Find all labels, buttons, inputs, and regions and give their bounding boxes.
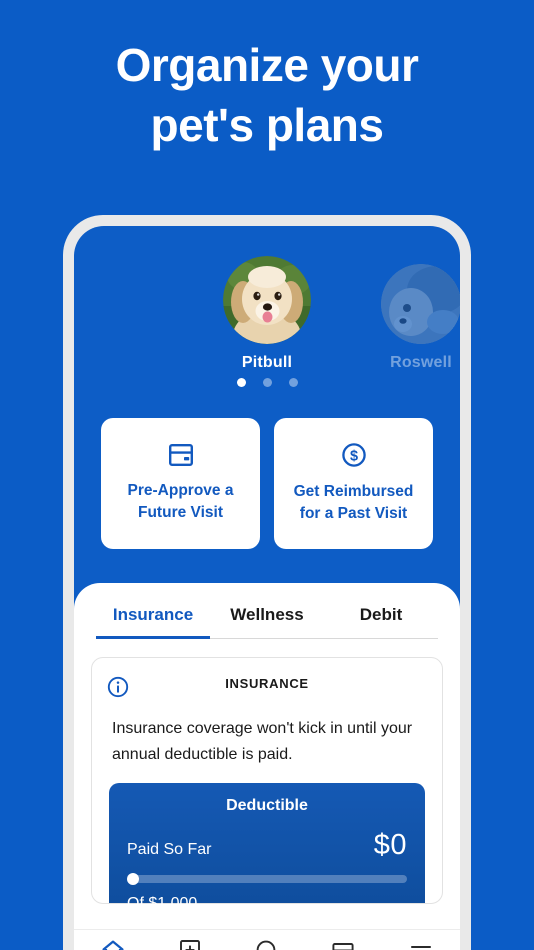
pet-item-active[interactable]: Pitbull xyxy=(207,256,327,372)
nav-home-icon[interactable] xyxy=(101,939,125,950)
action-card-label: Pre-Approve a Future Visit xyxy=(127,481,234,521)
pet-name: Roswell xyxy=(390,354,452,371)
action-cards: Pre-Approve a Future Visit $ Get Reimbur… xyxy=(101,418,433,549)
nav-menu-icon[interactable] xyxy=(409,939,433,950)
action-card-label: Get Reimbursed for a Past Visit xyxy=(293,482,414,522)
tab-insurance[interactable]: Insurance xyxy=(96,605,210,639)
plan-tabs: Insurance Wellness Debit xyxy=(74,583,460,639)
tab-debit[interactable]: Debit xyxy=(324,605,438,639)
card-calendar-icon xyxy=(168,443,194,467)
pagination-dot-2[interactable] xyxy=(262,378,272,387)
deductible-total-label: Of $1,000 xyxy=(127,895,198,913)
get-reimbursed-past-visit-button[interactable]: $ Get Reimbursed for a Past Visit xyxy=(274,418,433,549)
nav-circle-icon[interactable] xyxy=(255,939,277,950)
pet-name: Pitbull xyxy=(241,354,293,371)
nav-add-box-icon[interactable] xyxy=(179,939,201,950)
plans-sheet: Insurance Wellness Debit INSURANCE Insur… xyxy=(74,583,460,950)
deductible-paid-amount: $0 xyxy=(373,829,407,862)
deductible-title: Deductible xyxy=(226,797,308,815)
dog-photo-avatar xyxy=(223,256,311,344)
pagination-dot-1[interactable] xyxy=(236,378,246,387)
carousel-pagination[interactable] xyxy=(74,378,460,387)
promo-headline: Organize your pet's plans xyxy=(115,39,419,151)
pet-carousel[interactable]: Pitbull Roswell xyxy=(74,256,460,376)
deductible-progress-thumb xyxy=(127,873,139,886)
phone-frame: Pitbull Roswell Pre-Approve a Future Vis… xyxy=(63,215,471,950)
insurance-card-body: Insurance coverage won't kick in until y… xyxy=(112,720,413,763)
deductible-paid-label: Paid So Far xyxy=(127,841,212,859)
pet-item-inactive[interactable]: Roswell xyxy=(361,264,460,372)
bottom-navigation xyxy=(74,929,460,950)
dollar-circle-icon: $ xyxy=(341,442,367,468)
dog-photo-avatar xyxy=(381,264,460,344)
phone-screen: Pitbull Roswell Pre-Approve a Future Vis… xyxy=(74,226,460,950)
insurance-card-title: INSURANCE xyxy=(225,676,309,691)
svg-text:$: $ xyxy=(349,448,357,464)
tab-wellness[interactable]: Wellness xyxy=(210,605,324,639)
pagination-dot-3[interactable] xyxy=(288,378,298,387)
insurance-card: INSURANCE Insurance coverage won't kick … xyxy=(91,657,443,912)
deductible-paid-row: Paid So Far $0 xyxy=(127,829,407,862)
insurance-header: INSURANCE xyxy=(92,676,442,702)
deductible-panel: Deductible Paid So Far $0 Of $1,000 xyxy=(109,783,425,912)
pre-approve-future-visit-button[interactable]: Pre-Approve a Future Visit xyxy=(101,418,260,549)
promo-screenshot: Organize your pet's plans Pitbull Roswel… xyxy=(0,0,534,950)
nav-card-icon[interactable] xyxy=(331,939,355,950)
info-circle-icon[interactable] xyxy=(107,676,129,698)
deductible-progress-bar xyxy=(127,873,407,886)
